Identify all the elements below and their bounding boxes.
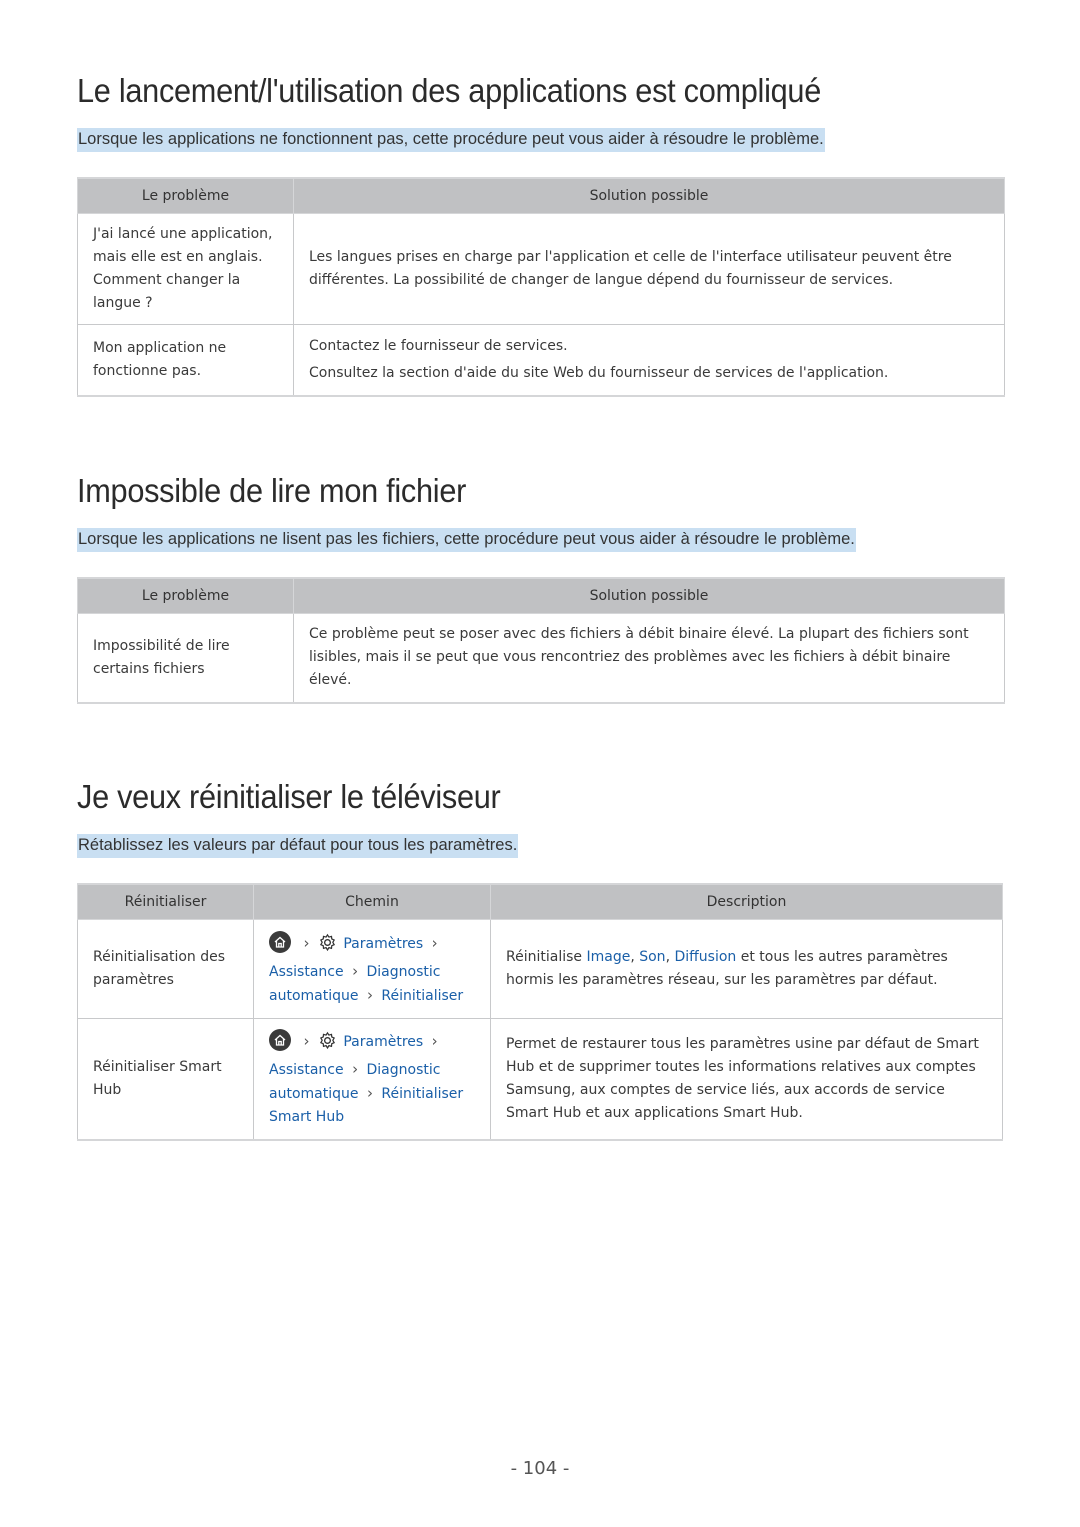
reset-table: Réinitialiser Chemin Description Réiniti… [77, 883, 1003, 1141]
section-app-launch: Le lancement/l'utilisation des applicati… [77, 72, 1005, 397]
section-title: Je veux réinitialiser le téléviseur [77, 778, 501, 815]
path-link-diagnostic[interactable]: Diagnostic [367, 1062, 441, 1078]
chevron-right-icon: › [352, 961, 359, 980]
reset-cell: Réinitialiser Smart Hub [77, 1018, 254, 1141]
solution-line: Contactez le fournisseur de services. [309, 337, 568, 354]
description-cell: Permet de restaurer tous les paramètres … [490, 1018, 1003, 1141]
path-link-automatique[interactable]: automatique [269, 988, 358, 1004]
table-row: Mon application ne fonctionne pas. Conta… [77, 324, 1005, 397]
gear-icon [318, 933, 337, 960]
gear-icon [318, 1031, 337, 1058]
chevron-right-icon: › [431, 933, 438, 952]
path-cell: › Paramètres › Assistance › Diagnostic a… [253, 1018, 491, 1141]
chevron-right-icon: › [431, 1031, 438, 1050]
path-cell: › Paramètres › Assistance › Diagnostic a… [253, 919, 491, 1019]
solution-cell: Contactez le fournisseur de services. Co… [293, 324, 1005, 397]
solution-line: Consultez la section d'aide du site Web … [309, 364, 889, 381]
header-description: Description [490, 883, 1003, 920]
path-link-automatique[interactable]: automatique [269, 1086, 358, 1102]
header-solution: Solution possible [293, 177, 1005, 214]
table-row: J'ai lancé une application, mais elle es… [77, 213, 1005, 325]
section-intro: Lorsque les applications ne fonctionnent… [77, 128, 825, 152]
header-path: Chemin [253, 883, 491, 920]
header-solution: Solution possible [293, 577, 1005, 614]
problem-cell: J'ai lancé une application, mais elle es… [77, 213, 294, 325]
header-problem: Le problème [77, 177, 294, 214]
chevron-right-icon: › [366, 985, 373, 1004]
section-file-read: Impossible de lire mon fichier Lorsque l… [77, 472, 1005, 704]
chevron-right-icon: › [366, 1083, 373, 1102]
section-title: Le lancement/l'utilisation des applicati… [77, 72, 822, 109]
table-row: Réinitialiser Smart Hub › Paramètres › A… [77, 1018, 1003, 1141]
page-number: - 104 - [510, 1458, 570, 1479]
table-row: Impossibilité de lire certains fichiers … [77, 613, 1005, 704]
description-text: Réinitialise [506, 949, 587, 965]
chevron-right-icon: › [352, 1059, 359, 1078]
path-link-assistance[interactable]: Assistance [269, 1062, 344, 1078]
separator: , [630, 949, 640, 965]
chevron-right-icon: › [303, 1031, 310, 1050]
link-son[interactable]: Son [639, 949, 665, 965]
troubleshoot-table: Le problème Solution possible Impossibil… [77, 577, 1005, 704]
link-image[interactable]: Image [586, 949, 630, 965]
header-reset: Réinitialiser [77, 883, 254, 920]
home-icon [269, 930, 291, 953]
path-link-diagnostic[interactable]: Diagnostic [367, 964, 441, 980]
solution-cell: Ce problème peut se poser avec des fichi… [293, 613, 1005, 704]
section-title: Impossible de lire mon fichier [77, 472, 467, 509]
header-problem: Le problème [77, 577, 294, 614]
solution-cell: Les langues prises en charge par l'appli… [293, 213, 1005, 325]
section-intro: Lorsque les applications ne lisent pas l… [77, 528, 856, 552]
problem-cell: Impossibilité de lire certains fichiers [77, 613, 294, 704]
path-link-reinitialiser[interactable]: Réinitialiser [381, 988, 463, 1004]
path-link-parametres[interactable]: Paramètres [343, 936, 423, 952]
chevron-right-icon: › [303, 933, 310, 952]
link-diffusion[interactable]: Diffusion [674, 949, 736, 965]
table-row: Réinitialisation des paramètres › Paramè… [77, 919, 1003, 1019]
problem-cell: Mon application ne fonctionne pas. [77, 324, 294, 397]
troubleshoot-table: Le problème Solution possible J'ai lancé… [77, 177, 1005, 397]
section-intro: Rétablissez les valeurs par défaut pour … [77, 834, 519, 858]
section-reset-tv: Je veux réinitialiser le téléviseur Réta… [77, 778, 1003, 1141]
description-cell: Réinitialise Image, Son, Diffusion et to… [490, 919, 1003, 1019]
home-icon [269, 1028, 291, 1051]
reset-cell: Réinitialisation des paramètres [77, 919, 254, 1019]
path-link-parametres[interactable]: Paramètres [343, 1034, 423, 1050]
path-link-assistance[interactable]: Assistance [269, 964, 344, 980]
